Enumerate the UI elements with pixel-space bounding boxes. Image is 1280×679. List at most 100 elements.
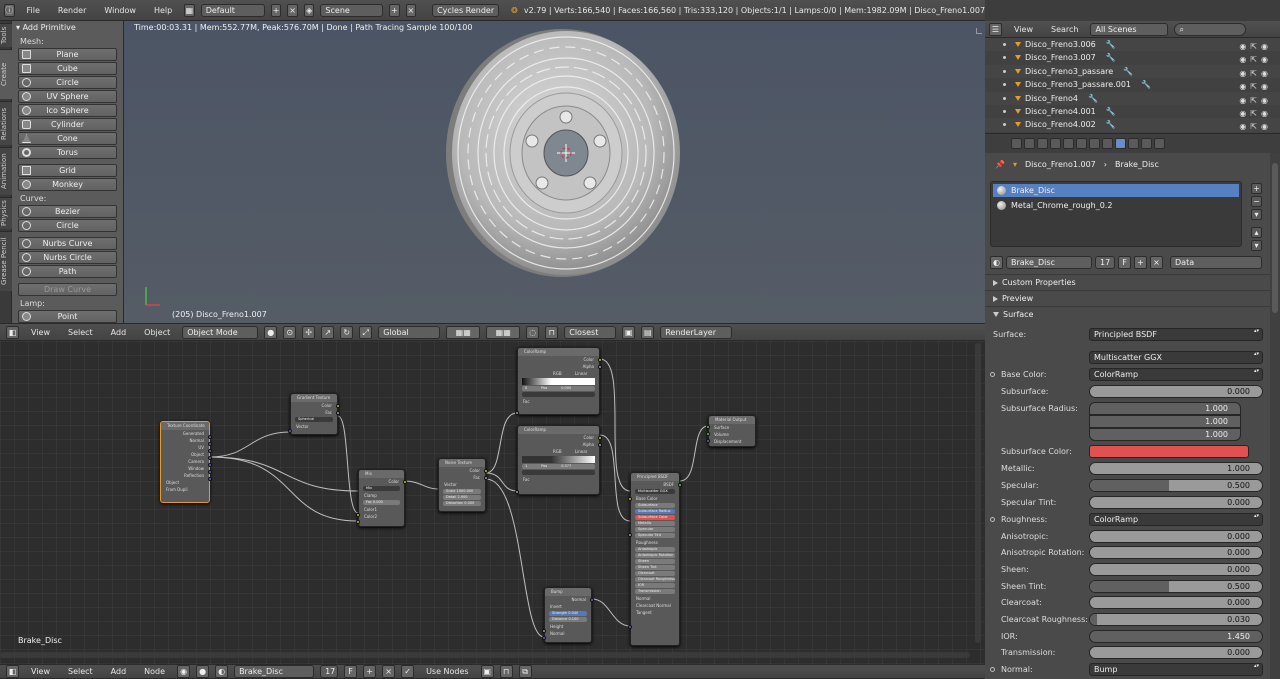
material-users-count[interactable]: 17 bbox=[320, 665, 339, 678]
menu-help[interactable]: Help bbox=[148, 6, 178, 15]
socket[interactable] bbox=[598, 443, 602, 447]
tab-world-icon[interactable] bbox=[1050, 138, 1061, 149]
node-noise-texture[interactable]: Noise Texture Color Fac Vector Scale 100… bbox=[438, 458, 488, 512]
copy-nodes-icon[interactable]: ⧉ bbox=[518, 665, 532, 678]
outliner-item[interactable]: Disco_Freno4.002 🔧 ◉⇱◉ bbox=[985, 118, 1280, 133]
menu-render[interactable]: Render bbox=[52, 6, 92, 15]
shader-nodes-icon[interactable]: ◉ bbox=[177, 665, 191, 678]
surface-shader-select[interactable]: Principled BSDF bbox=[1089, 328, 1263, 341]
material-name-field[interactable]: Brake_Disc bbox=[1006, 255, 1092, 269]
transform-orientation-select[interactable]: Global bbox=[378, 325, 441, 339]
sheen-field[interactable]: Sheen bbox=[635, 559, 675, 564]
distribution-select[interactable]: Multiscatter GGX bbox=[1089, 351, 1263, 364]
socket[interactable] bbox=[515, 411, 519, 415]
layout-grid-icon[interactable]: ▦ bbox=[184, 3, 195, 17]
visibility-icons[interactable]: ◉⇱◉ bbox=[1239, 120, 1272, 133]
editor-type-icon[interactable]: ◧ bbox=[6, 325, 19, 339]
menu-view[interactable]: View bbox=[1008, 25, 1039, 34]
roughness-input[interactable]: ColorRamp bbox=[1089, 513, 1263, 526]
base-color-input[interactable]: ColorRamp bbox=[1089, 368, 1263, 381]
socket[interactable] bbox=[678, 483, 682, 487]
interaction-mode-select[interactable]: Object Mode bbox=[182, 325, 259, 339]
clearcoat-roughness-field[interactable]: Clearcoat Roughness bbox=[635, 577, 675, 582]
transmission-slider[interactable]: 0.000 bbox=[1089, 646, 1263, 659]
subsurface-color-field[interactable]: Subsurface Color bbox=[635, 515, 675, 520]
blend-type-select[interactable]: Mix bbox=[363, 486, 400, 491]
remove-layout-icon[interactable]: × bbox=[287, 3, 298, 17]
material-slot[interactable]: Brake_Disc bbox=[993, 184, 1239, 197]
expand-dot-icon[interactable] bbox=[1003, 43, 1006, 46]
anisotropic-slider[interactable]: 0.000 bbox=[1089, 530, 1263, 543]
color-ramp-gradient[interactable] bbox=[522, 456, 595, 463]
subsurface-field[interactable]: Subsurface bbox=[635, 503, 675, 508]
node-mix[interactable]: Mix Color Mix Clamp Fac 0.000 Color1 Col… bbox=[356, 469, 407, 527]
socket[interactable] bbox=[336, 404, 340, 408]
add-grid-button[interactable]: Grid bbox=[18, 164, 117, 177]
sheen-tint-slider[interactable]: 0.500 bbox=[1089, 580, 1263, 593]
from-dupli-checkbox[interactable]: From Dupli bbox=[161, 486, 209, 493]
remove-scene-icon[interactable]: × bbox=[405, 3, 417, 17]
tab-texture-icon[interactable] bbox=[1128, 138, 1139, 149]
add-cone-button[interactable]: Cone bbox=[18, 132, 117, 145]
ramp-stop-field[interactable]: 0 Pos 0.000 bbox=[522, 386, 595, 391]
move-slot-up-button[interactable]: ▴ bbox=[1251, 227, 1262, 238]
subsurface-radius-field[interactable]: Subsurface Radius bbox=[635, 509, 675, 514]
socket[interactable] bbox=[598, 358, 602, 362]
anisotropic-field[interactable]: Anisotropic bbox=[635, 547, 675, 552]
clamp-checkbox[interactable]: Clamp bbox=[359, 492, 404, 499]
use-nodes-checkbox-icon[interactable]: ✓ bbox=[401, 665, 415, 678]
tab-particles-icon[interactable] bbox=[1141, 138, 1152, 149]
add-material-icon[interactable]: + bbox=[363, 665, 377, 678]
specular-tint-field[interactable]: Specular Tint bbox=[635, 533, 675, 538]
fac-field[interactable]: Fac 0.000 bbox=[363, 500, 400, 505]
outliner-search-input[interactable]: ⌕ bbox=[1174, 22, 1247, 36]
socket[interactable] bbox=[208, 449, 212, 453]
color-ramp-gradient[interactable] bbox=[522, 378, 595, 385]
node-gradient-texture[interactable]: Gradient Texture Color Fac Spherical Vec… bbox=[288, 393, 340, 435]
node-editor[interactable]: Texture Coordinate Generated Normal UV O… bbox=[0, 341, 985, 664]
add-nurbs-curve-button[interactable]: Nurbs Curve bbox=[18, 237, 117, 250]
tab-object-icon[interactable] bbox=[1063, 138, 1074, 149]
layers2-icon[interactable]: ▦▦ bbox=[486, 325, 521, 339]
socket[interactable] bbox=[706, 439, 710, 443]
node-horizontal-scrollbar[interactable] bbox=[0, 652, 970, 658]
menu-object[interactable]: Object bbox=[138, 328, 176, 337]
add-cylinder-button[interactable]: Cylinder bbox=[18, 118, 117, 131]
material-slot[interactable]: Metal_Chrome_rough_0.2 bbox=[993, 199, 1239, 212]
render-animation-icon[interactable]: ▤ bbox=[641, 325, 655, 339]
metallic-field[interactable]: Metallic bbox=[635, 521, 675, 526]
ramp-mode[interactable]: RGB bbox=[553, 371, 562, 376]
outliner-item[interactable]: Disco_Freno3.006 🔧 ◉⇱◉ bbox=[985, 38, 1280, 52]
distribution-select[interactable]: Multiscatter GGX bbox=[635, 489, 675, 494]
menu-node[interactable]: Node bbox=[138, 667, 171, 676]
ramp-stop-field[interactable]: 1 Pos 0.377 bbox=[522, 464, 595, 469]
socket[interactable] bbox=[628, 497, 632, 501]
socket[interactable] bbox=[598, 365, 602, 369]
add-uv-sphere-button[interactable]: UV Sphere bbox=[18, 90, 117, 103]
normal-input[interactable]: Bump bbox=[1089, 663, 1263, 676]
ramp-color-swatch[interactable] bbox=[522, 470, 595, 475]
node-principled-bsdf[interactable]: Principled BSDF BSDF Multiscatter GGX Ba… bbox=[628, 472, 682, 646]
tab-render-layers-icon[interactable] bbox=[1024, 138, 1035, 149]
ior-field[interactable]: IOR bbox=[635, 583, 675, 588]
proportional-edit-icon[interactable]: ◌ bbox=[526, 325, 540, 339]
properties-scrollbar[interactable] bbox=[1270, 153, 1280, 679]
add-bezier-button[interactable]: Bezier bbox=[18, 205, 117, 218]
socket[interactable] bbox=[208, 442, 212, 446]
tab-physics-icon[interactable] bbox=[1154, 138, 1165, 149]
tab-create[interactable]: Create bbox=[0, 49, 12, 99]
add-material-icon[interactable]: + bbox=[1134, 255, 1147, 269]
add-torus-button[interactable]: Torus bbox=[18, 146, 117, 159]
ramp-interp[interactable]: Linear bbox=[575, 371, 587, 376]
fake-user-button[interactable]: F bbox=[344, 665, 358, 678]
outliner-tree[interactable]: Disco_Freno3.006 🔧 ◉⇱◉ Disco_Freno3.007 🔧 ◉⇱… bbox=[985, 38, 1280, 133]
clearcoat-roughness-slider[interactable]: 0.030 bbox=[1089, 613, 1263, 626]
menu-select[interactable]: Select bbox=[62, 328, 99, 337]
snap-icon[interactable]: ⊓ bbox=[545, 325, 559, 339]
node-vertical-scrollbar[interactable] bbox=[975, 343, 981, 643]
material-browse-icon[interactable]: ◐ bbox=[990, 255, 1003, 269]
add-slot-button[interactable]: + bbox=[1251, 183, 1262, 194]
add-scene-icon[interactable]: + bbox=[389, 3, 400, 17]
add-monkey-button[interactable]: Monkey bbox=[18, 178, 117, 191]
menu-view[interactable]: View bbox=[25, 328, 56, 337]
